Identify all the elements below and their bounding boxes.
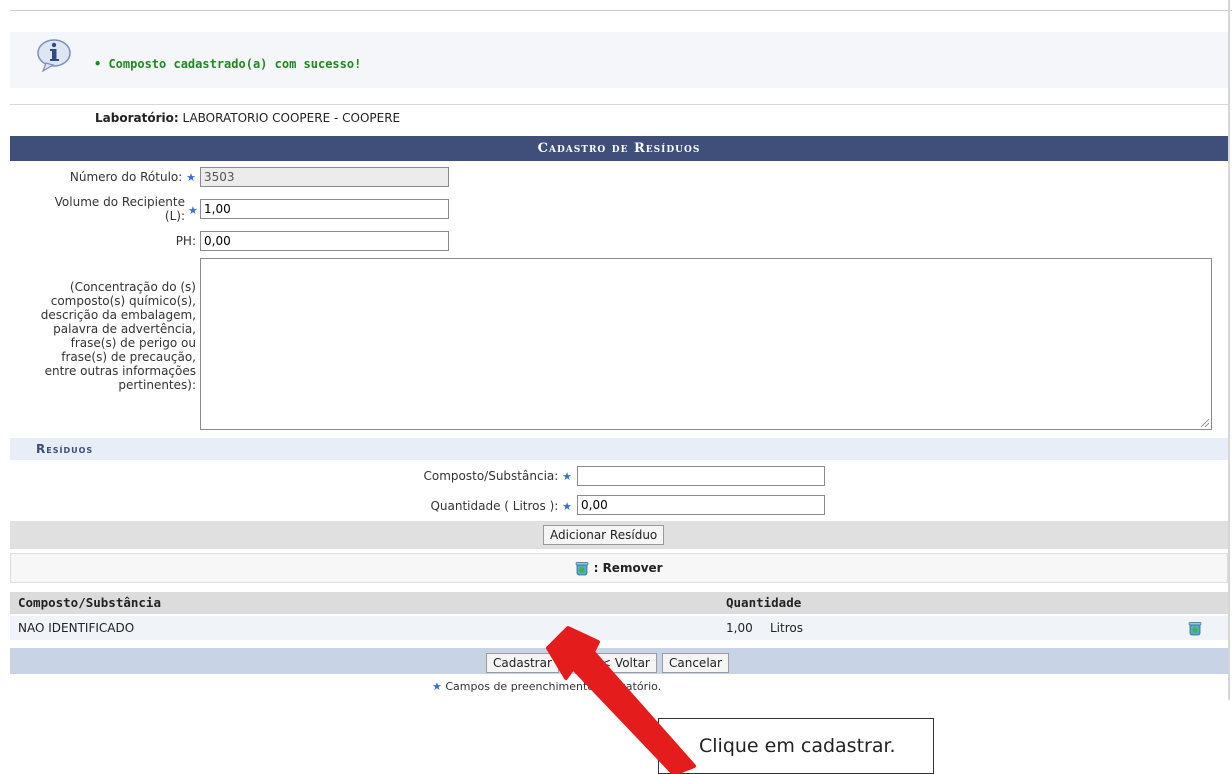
ph-label: PH: xyxy=(175,234,196,248)
volume-label-line1: Volume do Recipiente xyxy=(54,195,185,209)
description-label-line: (Concentração do (s) xyxy=(69,280,196,294)
composto-label-row: Composto/Substância: ★ xyxy=(300,469,573,483)
description-label-line: composto(s) químico(s), xyxy=(50,294,196,308)
required-star-icon: ★ xyxy=(562,470,572,483)
cell-quantidade: 1,00 xyxy=(726,621,753,635)
description-label-line: entre outras informações xyxy=(44,364,196,378)
lab-row: Laboratório: LABORATORIO COOPERE - COOPE… xyxy=(10,104,1228,131)
quantidade-field[interactable] xyxy=(577,495,825,515)
residuos-title: Resíduos xyxy=(36,442,94,456)
volume-label-row: Volume do Recipiente (L): xyxy=(20,195,185,223)
description-textarea[interactable] xyxy=(200,258,1212,430)
cell-unidade: Litros xyxy=(770,621,803,635)
lab-value: LABORATORIO COOPERE - COOPERE xyxy=(182,111,401,125)
description-label-line: pertinentes): xyxy=(118,378,196,392)
column-header-quantidade: Quantidade xyxy=(726,595,802,610)
rotulo-field[interactable] xyxy=(200,167,449,187)
volume-label-line2: (L): xyxy=(164,209,185,223)
remove-legend-label: : Remover xyxy=(593,561,663,575)
top-divider xyxy=(10,10,1232,11)
required-note: ★ Campos de preenchimento obrigatório. xyxy=(432,680,661,693)
volume-field[interactable] xyxy=(200,199,449,219)
quantidade-label: Quantidade ( Litros ): xyxy=(430,499,559,513)
success-message: • Composto cadastrado(a) com sucesso! xyxy=(94,57,362,71)
required-star-icon: ★ xyxy=(186,171,196,184)
resize-handle-icon[interactable] xyxy=(1201,419,1209,427)
table-header: Composto/Substância Quantidade xyxy=(10,592,1228,614)
description-label-line: frase(s) de precaução, xyxy=(61,350,196,364)
rotulo-label: Número do Rótulo: xyxy=(69,170,183,184)
column-header-composto: Composto/Substância xyxy=(18,595,161,610)
add-residue-button[interactable]: Adicionar Resíduo xyxy=(543,525,665,545)
remove-row-trash-icon[interactable] xyxy=(1188,621,1202,636)
composto-label: Composto/Substância: xyxy=(423,469,559,483)
residuos-section-title: Resíduos xyxy=(10,438,1228,460)
success-message-text: Composto cadastrado(a) com sucesso! xyxy=(108,57,362,71)
quantidade-label-row: Quantidade ( Litros ): ★ xyxy=(300,499,572,513)
description-label: (Concentração do (s) composto(s) químico… xyxy=(6,280,196,392)
cell-composto: NAO IDENTIFICADO xyxy=(18,621,135,635)
required-star-icon: ★ xyxy=(432,680,442,693)
description-label-line: descrição da embalagem, xyxy=(40,308,196,322)
info-icon xyxy=(37,39,71,72)
required-note-text: Campos de preenchimento obrigatório. xyxy=(445,680,662,693)
ph-field[interactable] xyxy=(200,231,449,251)
description-label-line: frase(s) de perigo ou xyxy=(70,336,196,350)
rotulo-label-row: Número do Rótulo: ★ xyxy=(20,170,196,184)
required-star-icon: ★ xyxy=(562,500,572,513)
form-title: Cadastro de Resíduos xyxy=(10,136,1228,161)
required-star-icon: ★ xyxy=(188,204,198,217)
right-scroll-edge xyxy=(1228,0,1230,700)
trash-icon xyxy=(576,562,589,576)
cancelar-button[interactable]: Cancelar xyxy=(662,653,729,673)
cadastrar-button[interactable]: Cadastrar xyxy=(486,653,559,673)
description-label-line: palavra de advertência, xyxy=(53,322,196,336)
composto-field[interactable] xyxy=(577,466,825,486)
remove-legend: : Remover xyxy=(10,553,1228,583)
instruction-callout: Clique em cadastrar. xyxy=(658,718,934,774)
table-row: NAO IDENTIFICADO 1,00 Litros xyxy=(10,616,1228,640)
lab-label: Laboratório: xyxy=(95,111,179,125)
voltar-button[interactable]: << Voltar xyxy=(584,653,657,673)
